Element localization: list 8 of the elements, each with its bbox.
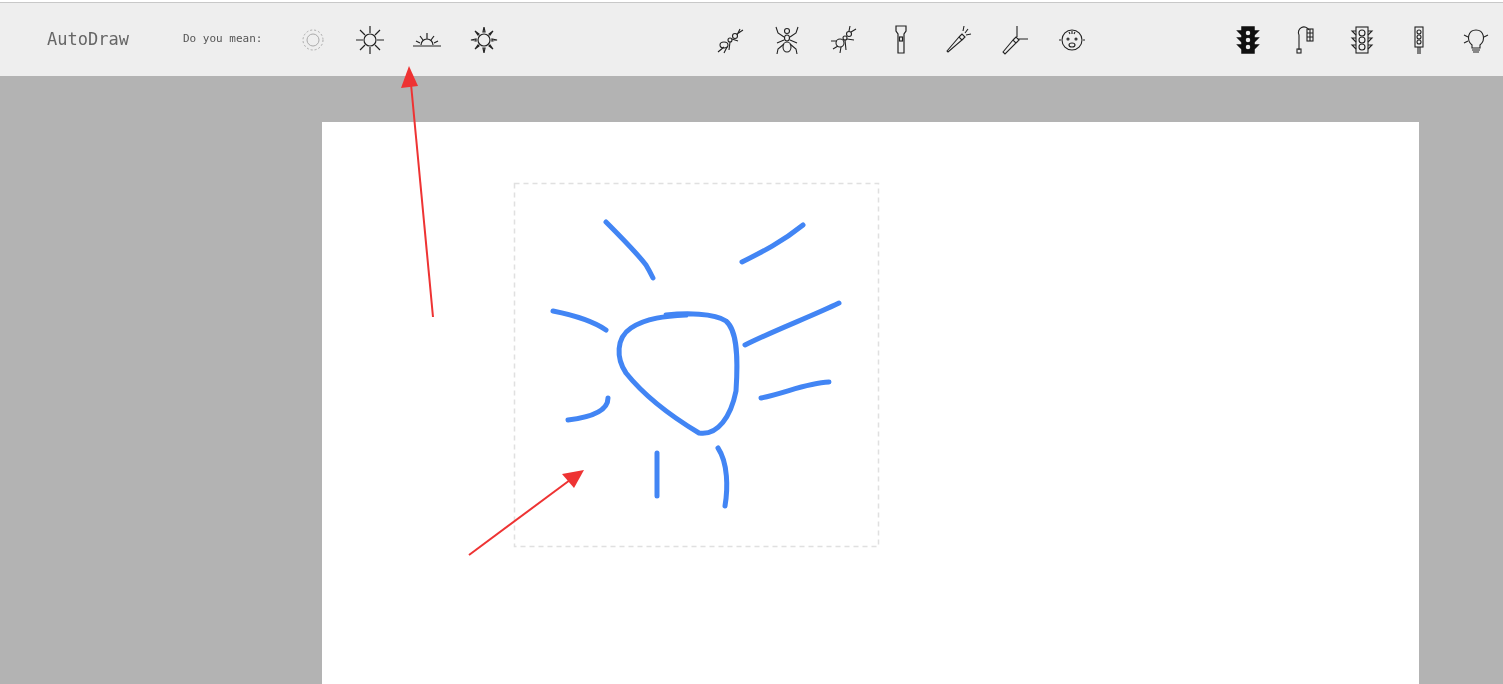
sun-icon[interactable] (469, 24, 499, 55)
sun-icon[interactable] (355, 24, 385, 55)
suggestion-label: Do you mean: (183, 31, 264, 48)
ant-icon[interactable] (829, 24, 859, 55)
flashlight-icon[interactable] (1000, 24, 1030, 55)
traffic-light-icon[interactable] (1233, 24, 1263, 55)
ant-icon[interactable] (772, 24, 802, 55)
app-title: AutoDraw (47, 27, 130, 51)
